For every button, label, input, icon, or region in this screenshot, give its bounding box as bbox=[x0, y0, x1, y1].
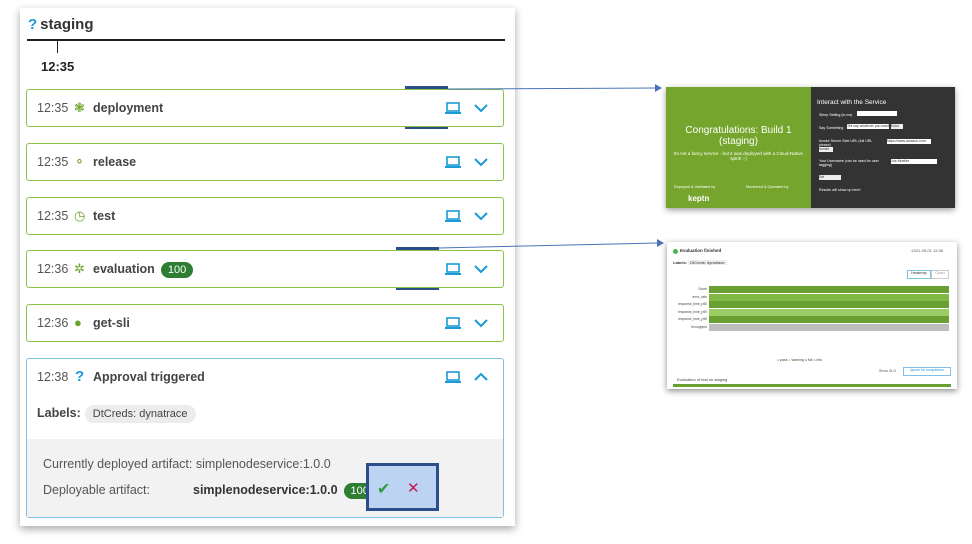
legend-label: info bbox=[816, 358, 823, 362]
deployed-app-preview: Congratulations: Build 1 (staging) Its n… bbox=[666, 87, 955, 208]
app-interact-panel: Interact with the Service Sleep Setting … bbox=[811, 87, 955, 208]
sleep-select[interactable] bbox=[857, 111, 897, 116]
heatmap-cell[interactable] bbox=[709, 293, 949, 301]
legend-label: pass bbox=[780, 358, 788, 362]
eval-footer-bar bbox=[673, 384, 951, 387]
eval-chip: DtCreds: dynatrace bbox=[688, 260, 727, 265]
show-slo[interactable]: Show SLO bbox=[879, 369, 896, 373]
ignore-button[interactable]: Ignore for comparison bbox=[903, 367, 951, 376]
row-label: throughput bbox=[691, 324, 707, 329]
invoke-button[interactable]: Invoke bbox=[819, 147, 833, 152]
eval-title: Evaluation finished bbox=[680, 248, 722, 253]
eval-labels-title: Labels: bbox=[673, 260, 688, 265]
legend-dot: ● bbox=[788, 358, 791, 362]
heatmap-legend: ● pass ● warning ● fail ● info bbox=[777, 358, 822, 362]
heatmap-grid bbox=[709, 286, 949, 331]
legend-dot: ● bbox=[813, 358, 816, 362]
row-label: Score bbox=[698, 287, 707, 291]
set-username-button[interactable]: Set Username bbox=[819, 175, 841, 183]
user-select[interactable]: Joe Mueller bbox=[891, 159, 937, 164]
legend-label: warning bbox=[791, 358, 804, 362]
echo-button[interactable]: Echo bbox=[891, 124, 903, 129]
monitored-by: Monitored & Operated by bbox=[746, 185, 789, 189]
say-input[interactable]: Tell say whatever you want bbox=[847, 124, 889, 129]
deployed-by: Deployed & Validated by bbox=[674, 185, 716, 189]
row-label: response_time_p95 bbox=[678, 317, 707, 321]
row-label: response_time_p90 bbox=[678, 309, 707, 314]
row-label: response_time_p50 bbox=[678, 302, 707, 306]
eval-footer: Evaluation of test on staging bbox=[677, 377, 728, 382]
legend-dot: ● bbox=[804, 358, 807, 362]
legend-label: fail bbox=[807, 358, 813, 362]
legend-dot: ● bbox=[777, 358, 780, 362]
congrats-title: Congratulations: Build 1 bbox=[685, 125, 792, 136]
heatmap-cell[interactable] bbox=[709, 323, 949, 331]
congrats-subtext: Its not a fancy service - but it was dep… bbox=[674, 151, 803, 161]
heatmap-cell[interactable] bbox=[709, 301, 949, 308]
results-text: Results will show up here! bbox=[819, 188, 861, 192]
interact-title: Interact with the Service bbox=[817, 99, 887, 106]
say-label: Say Something bbox=[819, 126, 844, 130]
eval-date: 2021-05-01 12:38 bbox=[911, 248, 943, 253]
tab-chart[interactable]: Chart bbox=[931, 270, 949, 279]
app-congrats-panel: Congratulations: Build 1 (staging) Its n… bbox=[666, 87, 811, 208]
heatmap-row-labels: Score error_rate response_time_p50 respo… bbox=[671, 286, 707, 331]
heatmap-cell[interactable] bbox=[709, 316, 949, 323]
eval-labels: Labels: DtCreds: dynatrace bbox=[673, 260, 727, 265]
heatmap-cell[interactable] bbox=[709, 308, 949, 316]
invoke-label: Invoke Server Side URL (full URL please) bbox=[819, 139, 873, 147]
evaluation-preview: Evaluation finished 2021-05-01 12:38 Lab… bbox=[667, 242, 957, 389]
congrats-stage: (staging) bbox=[719, 136, 758, 147]
sleep-label: Sleep Setting (in ms) bbox=[819, 113, 853, 117]
heatmap-cell[interactable] bbox=[709, 286, 949, 293]
invoke-input[interactable]: https://www.amazon.com bbox=[887, 139, 931, 144]
tab-heatmap[interactable]: Heatmap bbox=[907, 270, 931, 279]
user-label: Your Username (can be used for user tagg… bbox=[819, 159, 879, 167]
pass-dot bbox=[673, 249, 678, 254]
keptn-logo: keptn bbox=[688, 194, 710, 203]
row-label: error_rate bbox=[692, 294, 707, 299]
